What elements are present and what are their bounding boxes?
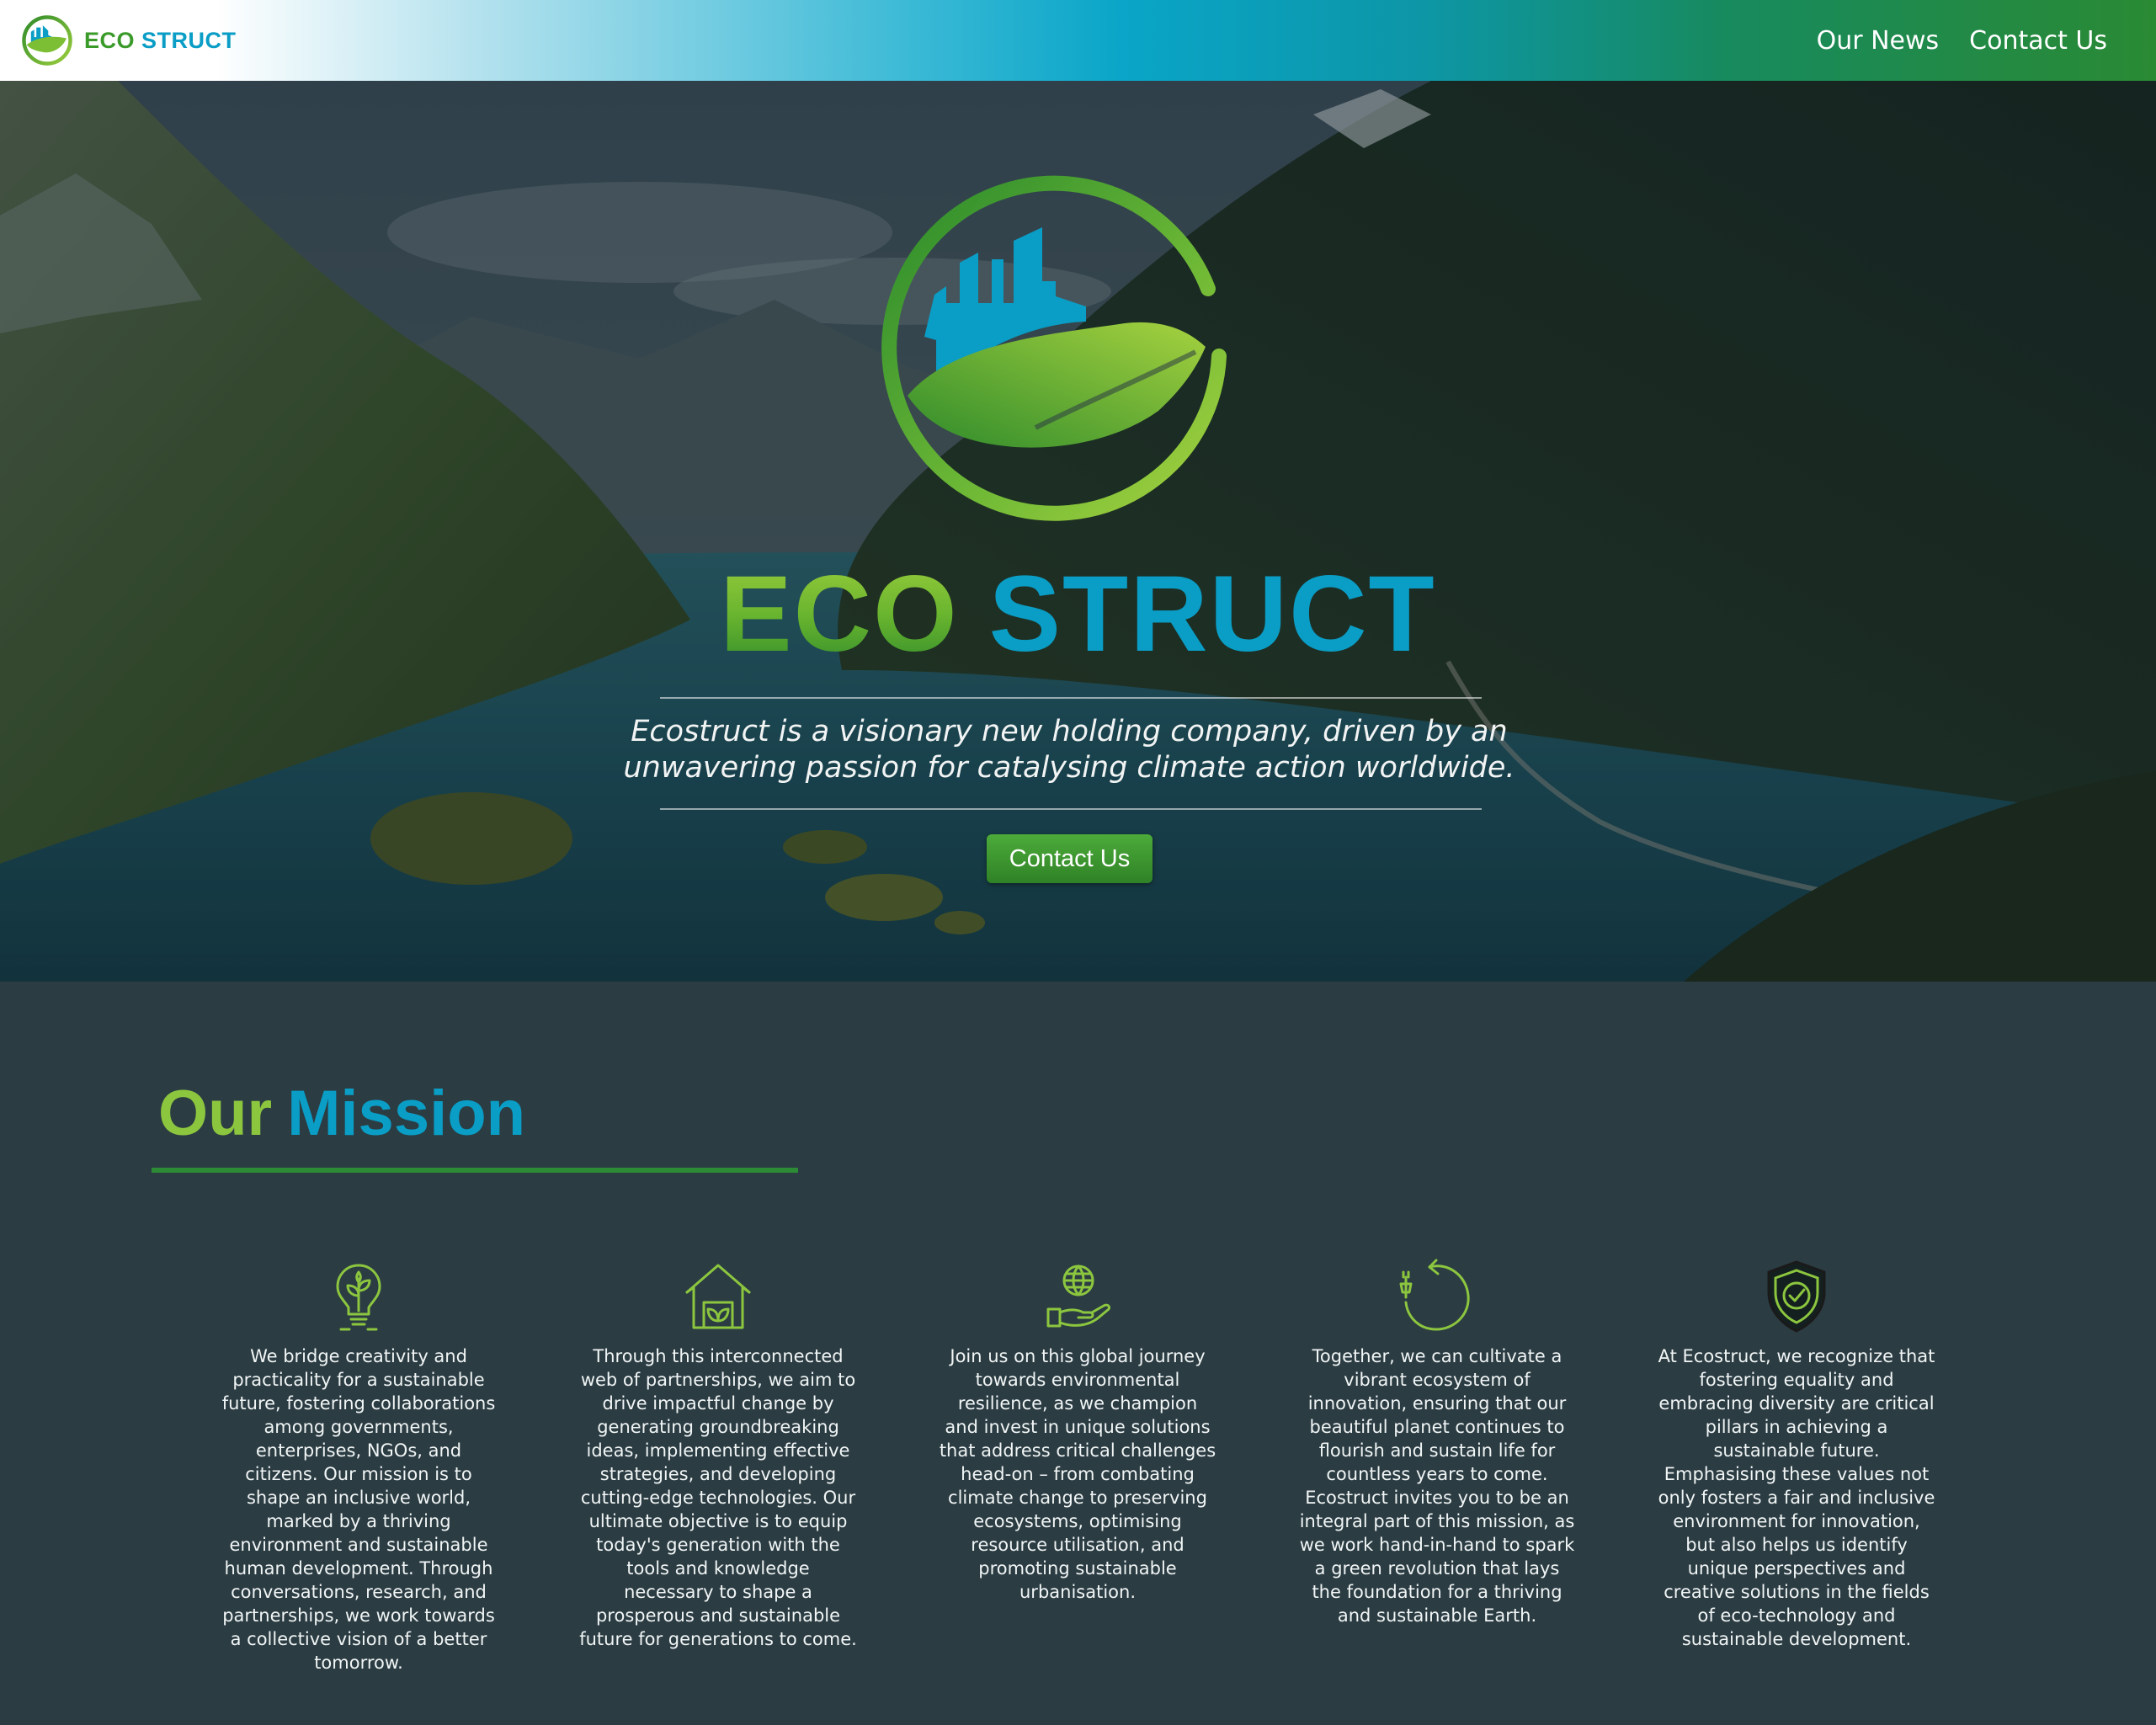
eco-house-icon <box>685 1264 751 1329</box>
globe-in-hand-icon <box>1046 1264 1110 1328</box>
nav-contact-us[interactable]: Contact Us <box>1969 26 2107 56</box>
lightbulb-plant-icon <box>336 1264 381 1331</box>
mission-card-text: Together, we can cultivate a vibrant eco… <box>1299 1346 1575 1626</box>
renewable-cycle-icon <box>1399 1259 1470 1331</box>
brand-wordmark: ECO STRUCT <box>84 28 237 54</box>
mission-card: Through this interconnected web of partn… <box>579 1259 857 1651</box>
brand-home-link[interactable]: ECO STRUCT <box>20 13 237 68</box>
hero-title-struct: STRUCT <box>988 554 1436 674</box>
mission-card-text: Join us on this global journey towards e… <box>939 1346 1216 1602</box>
mission-heading-mission: Mission <box>287 1078 526 1149</box>
hero-divider-top <box>660 697 1482 699</box>
hero-title-eco: ECO <box>720 554 959 674</box>
mission-card: We bridge creativity and practicality fo… <box>220 1259 498 1674</box>
mission-heading-our: Our <box>158 1078 273 1149</box>
site-header: ECO STRUCT Our News Contact Us <box>0 0 2156 81</box>
hero-section: ECO STRUCT Ecostruct is a visionary new h… <box>0 81 2156 982</box>
mission-card-text: At Ecostruct, we recognize that fosterin… <box>1658 1346 1935 1649</box>
brand-eco-text: ECO <box>84 27 136 53</box>
brand-struct-text: STRUCT <box>141 27 237 53</box>
main-nav: Our News Contact Us <box>1786 0 2107 81</box>
mission-card: Together, we can cultivate a vibrant eco… <box>1298 1259 1576 1627</box>
eco-struct-emblem-icon <box>881 175 1227 521</box>
mission-card-text: We bridge creativity and practicality fo… <box>221 1346 496 1673</box>
nav-our-news[interactable]: Our News <box>1817 26 1940 56</box>
hero-contact-button[interactable]: Contact Us <box>987 834 1153 883</box>
hero-divider-bottom <box>660 808 1482 810</box>
mission-card: At Ecostruct, we recognize that fosterin… <box>1658 1259 1935 1651</box>
mission-card-text: Through this interconnected web of partn… <box>579 1346 857 1649</box>
mission-heading: Our Mission <box>158 1082 525 1146</box>
hero-wordmark: ECO STRUCT <box>0 561 2156 668</box>
eco-struct-logo-icon <box>22 15 72 66</box>
mission-card: Join us on this global journey towards e… <box>939 1259 1216 1604</box>
mission-underline <box>152 1168 798 1173</box>
hero-tagline: Ecostruct is a visionary new holding com… <box>623 715 1515 785</box>
shield-check-icon <box>1767 1260 1826 1333</box>
